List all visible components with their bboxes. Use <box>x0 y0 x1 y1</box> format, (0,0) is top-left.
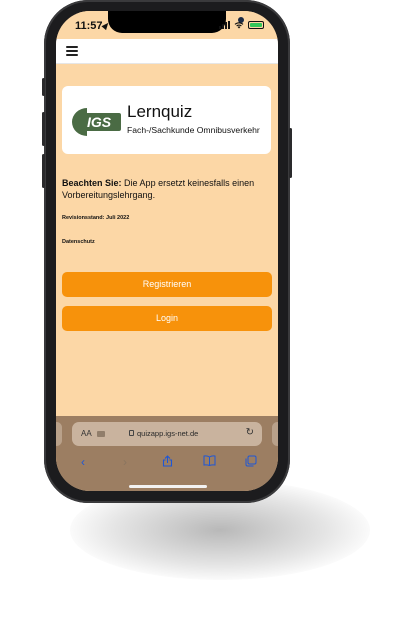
phone-screen: 11:57 IGS Lernquiz Fach-/Sachkunde Omnib… <box>56 11 278 491</box>
login-button[interactable]: Login <box>62 306 272 331</box>
next-tab-peek[interactable] <box>272 422 278 446</box>
notice-text: Beachten Sie: Die App ersetzt keinesfall… <box>62 177 272 201</box>
browser-toolbar: ‹ › <box>56 452 278 472</box>
app-title: Lernquiz <box>127 102 193 121</box>
signal-icon <box>219 21 230 29</box>
previous-tab-peek[interactable] <box>56 422 62 446</box>
silent-switch <box>42 78 45 96</box>
back-icon[interactable]: ‹ <box>73 455 93 469</box>
volume-up-button <box>42 112 45 146</box>
volume-down-button <box>42 154 45 188</box>
notch <box>108 11 244 33</box>
address-bar[interactable]: AA quizapp.igs-net.de ↻ <box>72 422 262 446</box>
logo-card: IGS Lernquiz Fach-/Sachkunde Omnibusverk… <box>62 86 271 154</box>
lock-icon <box>129 430 134 436</box>
register-button[interactable]: Registrieren <box>62 272 272 297</box>
status-bar: 11:57 <box>56 11 278 39</box>
power-button <box>289 128 292 178</box>
status-icons <box>219 21 264 29</box>
forward-icon[interactable]: › <box>115 455 135 469</box>
battery-icon <box>248 21 264 29</box>
url-text[interactable]: quizapp.igs-net.de <box>137 429 198 438</box>
app-subtitle: Fach-/Sachkunde Omnibusverkehr <box>127 125 260 135</box>
status-time: 11:57 <box>75 20 103 32</box>
revision-info: Revisionsstand: Juli 2022 <box>62 215 130 221</box>
igs-logo-icon: IGS <box>72 108 121 136</box>
home-indicator <box>129 485 207 488</box>
extension-icon[interactable] <box>97 431 105 437</box>
share-icon[interactable] <box>157 454 177 470</box>
tabs-icon[interactable] <box>241 455 261 470</box>
logo-mark-text: IGS <box>87 114 112 130</box>
app-header <box>56 39 278 64</box>
browser-bar: AA quizapp.igs-net.de ↻ ‹ › <box>56 416 278 491</box>
notice-label: Beachten Sie: <box>62 178 122 188</box>
bookmarks-icon[interactable] <box>199 455 219 469</box>
hamburger-icon[interactable] <box>66 46 78 56</box>
wifi-icon <box>234 22 244 29</box>
page-settings-button[interactable]: AA <box>81 429 92 438</box>
reload-icon[interactable]: ↻ <box>246 427 254 438</box>
privacy-link[interactable]: Datenschutz <box>62 239 95 245</box>
